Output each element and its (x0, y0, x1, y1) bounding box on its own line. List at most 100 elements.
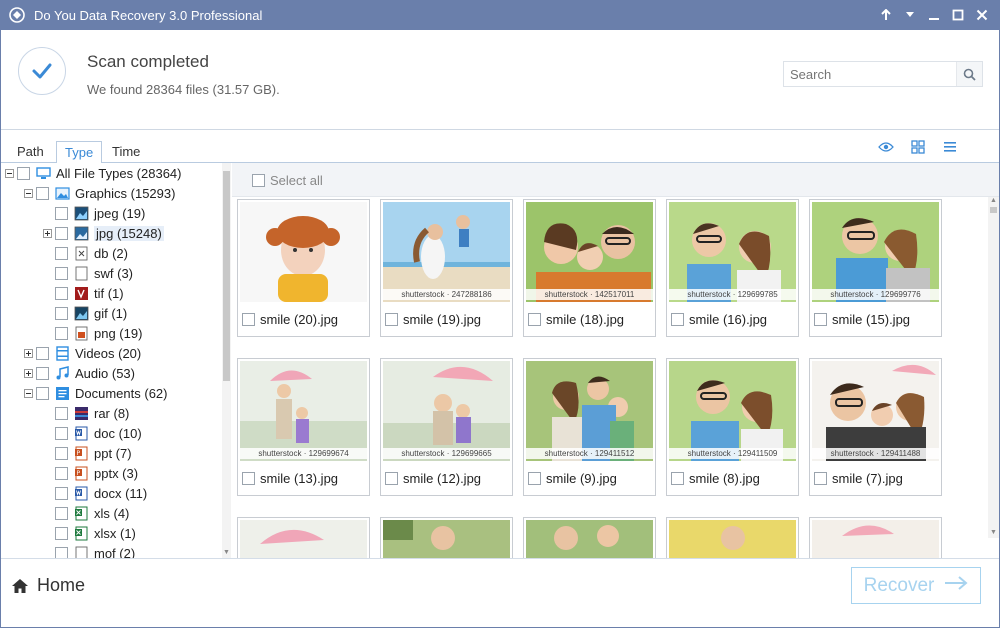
tree-item-swf[interactable]: swf (3) (43, 263, 133, 283)
expand-icon[interactable] (24, 348, 33, 358)
file-checkbox[interactable] (385, 472, 398, 485)
tree-checkbox[interactable] (55, 466, 68, 480)
file-checkbox[interactable] (242, 472, 255, 485)
tree-checkbox[interactable] (55, 226, 68, 240)
tree-checkbox[interactable] (55, 286, 68, 300)
file-name: smile (20).jpg (260, 312, 339, 327)
tree-item-rar[interactable]: rar (8) (43, 403, 129, 423)
tree-checkbox[interactable] (17, 166, 30, 180)
file-card[interactable] (666, 517, 799, 558)
tree-checkbox[interactable] (55, 326, 68, 340)
collapse-icon[interactable] (24, 188, 33, 198)
arrow-up-icon[interactable] (874, 3, 898, 27)
tree-checkbox[interactable] (55, 546, 68, 558)
minimize-icon[interactable] (922, 3, 946, 27)
tree-item-xls[interactable]: xls (4) (43, 503, 129, 523)
file-card[interactable]: shutterstock · 129699776 smile (15).jpg (809, 199, 942, 337)
search-input[interactable] (784, 62, 956, 86)
tree-checkbox[interactable] (55, 266, 68, 280)
tree-scroll-thumb[interactable] (223, 171, 230, 381)
tree-item-all[interactable]: All File Types (28364) (5, 163, 182, 183)
file-card[interactable] (237, 517, 370, 558)
scroll-up-icon[interactable]: ▲ (988, 197, 999, 204)
file-card[interactable] (523, 517, 656, 558)
tree-item-tif[interactable]: tif (1) (43, 283, 124, 303)
file-card[interactable]: shutterstock · 129411488 smile (7).jpg (809, 358, 942, 496)
content-scrollbar[interactable]: ▲ ▼ (988, 197, 999, 538)
tree-item-docx[interactable]: docx (11) (43, 483, 147, 503)
grid-view-icon[interactable] (909, 139, 927, 155)
eye-icon[interactable] (877, 139, 895, 155)
arrow-down-icon[interactable] (898, 3, 922, 27)
file-card[interactable]: shutterstock · 129411512 smile (9).jpg (523, 358, 656, 496)
tree-item-db[interactable]: db (2) (43, 243, 128, 263)
scroll-down-icon[interactable]: ▼ (988, 529, 999, 536)
tree-item-doc[interactable]: doc (10) (43, 423, 142, 443)
maximize-icon[interactable] (946, 3, 970, 27)
tree-checkbox[interactable] (55, 446, 68, 460)
tree-item-videos[interactable]: Videos (20) (24, 343, 141, 363)
file-card[interactable]: shutterstock · 142517011 smile (18).jpg (523, 199, 656, 337)
tree-checkbox[interactable] (55, 206, 68, 220)
tab-time[interactable]: Time (104, 141, 148, 164)
tree-checkbox[interactable] (36, 346, 49, 360)
tree-checkbox[interactable] (55, 306, 68, 320)
close-icon[interactable] (970, 3, 994, 27)
tree-item-ppt[interactable]: P ppt (7) (43, 443, 132, 463)
tif-file-icon (73, 285, 89, 301)
expand-icon[interactable] (43, 228, 52, 238)
file-checkbox[interactable] (385, 313, 398, 326)
tree-checkbox[interactable] (36, 366, 49, 380)
recover-button[interactable]: Recover (851, 567, 981, 604)
file-card[interactable]: smile (20).jpg (237, 199, 370, 337)
file-card[interactable]: shutterstock · 247288186 smile (19).jpg (380, 199, 513, 337)
tree-checkbox[interactable] (55, 506, 68, 520)
tree-checkbox[interactable] (55, 406, 68, 420)
tree-checkbox[interactable] (55, 486, 68, 500)
file-checkbox[interactable] (814, 472, 827, 485)
file-checkbox[interactable] (671, 472, 684, 485)
file-caption: smile (9).jpg (528, 471, 617, 486)
watermark-text: shutterstock · 129699665 (383, 448, 510, 459)
file-card[interactable] (380, 517, 513, 558)
tree-item-mof[interactable]: mof (2) (43, 543, 135, 558)
tree-checkbox[interactable] (55, 426, 68, 440)
tree-checkbox[interactable] (55, 526, 68, 540)
tree-item-gif[interactable]: gif (1) (43, 303, 127, 323)
file-checkbox[interactable] (814, 313, 827, 326)
footer-bar: Home Recover (1, 558, 999, 627)
checkbox[interactable] (252, 174, 265, 187)
file-checkbox[interactable] (528, 472, 541, 485)
file-card[interactable]: shutterstock · 129699665 smile (12).jpg (380, 358, 513, 496)
tab-type[interactable]: Type (56, 141, 103, 164)
file-checkbox[interactable] (528, 313, 541, 326)
content-scroll-thumb[interactable] (990, 207, 997, 213)
collapse-icon[interactable] (5, 168, 14, 178)
expand-icon[interactable] (24, 368, 33, 378)
list-view-icon[interactable] (941, 139, 959, 155)
search-icon[interactable] (956, 62, 982, 86)
select-all-checkbox[interactable]: Select all (252, 173, 323, 188)
tree-checkbox[interactable] (55, 246, 68, 260)
file-card[interactable]: shutterstock · 129411509 smile (8).jpg (666, 358, 799, 496)
collapse-icon[interactable] (24, 388, 33, 398)
tree-item-xlsx[interactable]: xlsx (1) (43, 523, 136, 543)
tree-item-pptx[interactable]: P pptx (3) (43, 463, 138, 483)
tree-item-jpeg[interactable]: jpeg (19) (43, 203, 145, 223)
tab-path[interactable]: Path (9, 141, 52, 164)
file-card[interactable]: shutterstock · 129699674 smile (13).jpg (237, 358, 370, 496)
file-checkbox[interactable] (671, 313, 684, 326)
tree-checkbox[interactable] (36, 386, 49, 400)
tree-item-graphics[interactable]: Graphics (15293) (24, 183, 175, 203)
home-button[interactable]: Home (11, 575, 85, 596)
file-card[interactable] (809, 517, 942, 558)
file-checkbox[interactable] (242, 313, 255, 326)
tree-item-audio[interactable]: Audio (53) (24, 363, 135, 383)
tree-checkbox[interactable] (36, 186, 49, 200)
tree-scrollbar[interactable]: ▼ (222, 163, 231, 558)
scroll-down-icon[interactable]: ▼ (222, 549, 231, 556)
tree-item-documents[interactable]: Documents (62) (24, 383, 167, 403)
file-card[interactable]: shutterstock · 129699785 smile (16).jpg (666, 199, 799, 337)
tree-item-jpg[interactable]: jpg (15248) (43, 223, 164, 243)
tree-item-png[interactable]: png (19) (43, 323, 142, 343)
